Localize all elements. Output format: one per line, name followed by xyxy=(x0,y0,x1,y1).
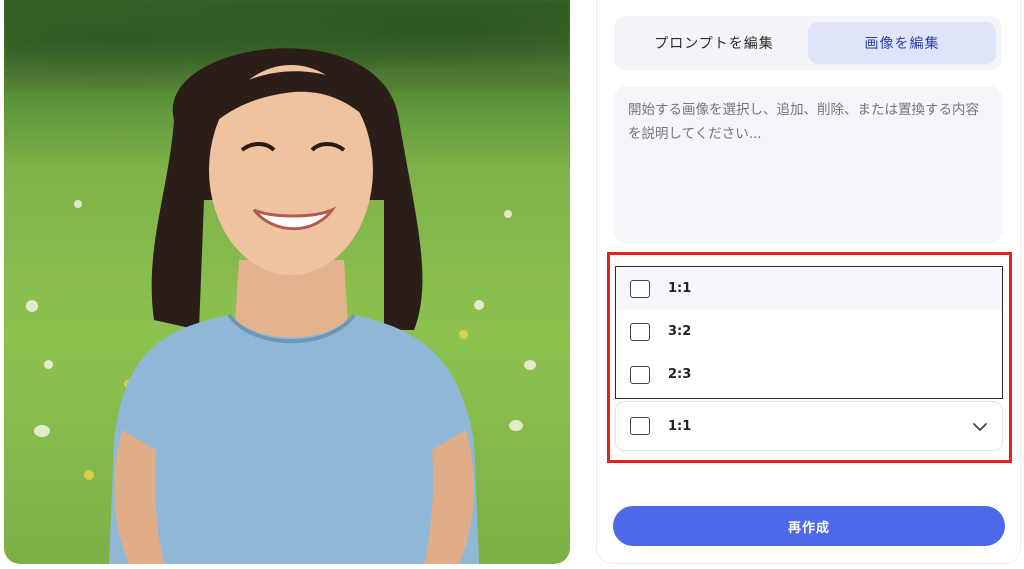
aspect-ratio-option[interactable]: 3:2 xyxy=(616,310,1002,353)
option-label: 2:3 xyxy=(668,367,692,382)
tab-edit-prompt[interactable]: プロンプトを編集 xyxy=(620,22,808,64)
checkbox-icon[interactable] xyxy=(630,365,650,384)
aspect-ratio-option[interactable]: 2:3 xyxy=(616,353,1002,396)
checkbox-icon xyxy=(630,417,650,435)
checkbox-icon[interactable] xyxy=(630,279,650,298)
option-label: 1:1 xyxy=(668,281,692,296)
checkbox-icon[interactable] xyxy=(630,322,650,341)
aspect-ratio-select[interactable]: 1:1 xyxy=(615,401,1003,451)
option-label: 3:2 xyxy=(668,324,692,339)
regenerate-button[interactable]: 再作成 xyxy=(613,506,1005,546)
chevron-down-icon[interactable] xyxy=(972,419,988,435)
generated-image xyxy=(4,0,570,564)
aspect-ratio-option[interactable]: 1:1 xyxy=(616,267,1002,310)
mode-tabs: プロンプトを編集 画像を編集 xyxy=(614,16,1002,70)
aspect-ratio-options: 1:1 3:2 2:3 xyxy=(615,266,1003,399)
selected-aspect-ratio: 1:1 xyxy=(668,418,692,434)
person-illustration xyxy=(109,48,479,564)
tab-edit-image[interactable]: 画像を編集 xyxy=(808,22,996,64)
edit-description-input[interactable] xyxy=(614,86,1002,244)
